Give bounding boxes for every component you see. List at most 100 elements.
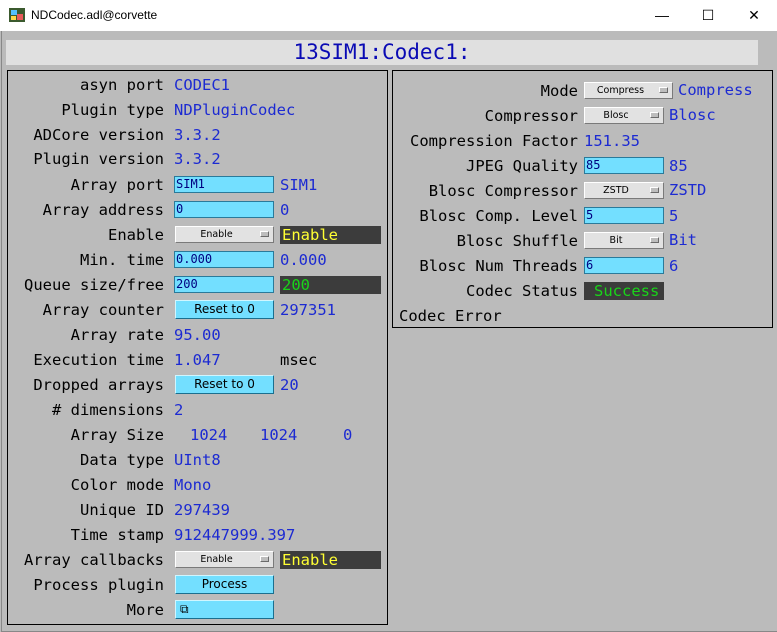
maximize-icon: ☐ [701,7,715,23]
array-callbacks-menu-value: Enable [200,554,233,565]
mode-menu[interactable]: Compress [584,82,673,99]
mode-label: Mode [540,82,578,100]
blosc-level-value: 5 [669,207,679,225]
minimize-icon: — [655,7,669,23]
execution-time-value: 1.047 [174,351,221,369]
dropped-arrays-value: 20 [280,376,299,394]
compressor-value: Blosc [669,106,716,124]
window-title: NDCodec.adl@corvette [31,8,158,22]
right-panel: Mode Compress Compress Compressor Blosc … [392,70,773,328]
array-address-input[interactable]: 0 [174,201,274,218]
execution-time-label: Execution time [33,351,164,369]
time-stamp-value: 912447999.397 [174,526,296,544]
array-port-input[interactable]: SIM1 [174,176,274,193]
array-size-x: 1024 [190,426,228,444]
app-icon [9,8,25,22]
queue-free-status: 200 [280,276,381,294]
array-size-label: Array Size [70,426,164,444]
plugin-version-label: Plugin version [33,150,164,168]
blosc-level-label: Blosc Comp. Level [419,207,578,225]
array-port-label: Array port [70,176,164,194]
blosc-threads-value: 6 [669,257,679,275]
array-port-value: SIM1 [280,176,318,194]
color-mode-value: Mono [174,476,212,494]
array-counter-value: 297351 [280,301,336,319]
menu-arrow-icon [260,556,269,562]
menu-arrow-icon [650,187,659,193]
related-display-icon: ⧉ [180,602,189,616]
jpeg-quality-input[interactable]: 85 [584,157,664,174]
asyn-port-value: CODEC1 [174,76,230,94]
menu-arrow-icon [659,87,668,93]
codec-status-value: Success [584,282,664,300]
dimensions-label: # dimensions [52,401,164,419]
asyn-port-label: asyn port [80,76,164,94]
jpeg-quality-label: JPEG Quality [466,157,578,175]
array-counter-reset-button[interactable]: Reset to 0 [175,300,274,319]
array-callbacks-status: Enable [280,551,381,569]
min-time-label: Min. time [80,251,164,269]
menu-arrow-icon [650,237,659,243]
blosc-threads-input[interactable]: 6 [584,257,664,274]
main-content: 13SIM1:Codec1: asyn port CODEC1 Plugin t… [1,31,777,632]
blosc-shuffle-value: Bit [669,231,697,249]
maximize-button[interactable]: ☐ [685,0,731,31]
compression-factor-value: 151.35 [584,132,640,150]
enable-menu[interactable]: Enable [175,226,274,243]
array-address-label: Array address [42,201,164,219]
compressor-menu[interactable]: Blosc [584,107,664,124]
array-callbacks-menu[interactable]: Enable [175,551,274,568]
blosc-threads-label: Blosc Num Threads [419,257,578,275]
blosc-shuffle-menu[interactable]: Bit [584,232,664,249]
blosc-shuffle-menu-value: Bit [609,235,623,246]
adcore-version-value: 3.3.2 [174,126,221,144]
process-plugin-button[interactable]: Process [175,575,274,594]
codec-error-label: Codec Error [399,307,502,325]
mode-value: Compress [678,81,753,99]
array-counter-label: Array counter [42,301,164,319]
process-plugin-label: Process plugin [33,576,164,594]
blosc-shuffle-label: Blosc Shuffle [456,232,578,250]
codec-status-label: Codec Status [466,282,578,300]
min-time-value: 0.000 [280,251,327,269]
title-bar[interactable]: NDCodec.adl@corvette — ☐ ✕ [0,0,777,31]
plugin-version-value: 3.3.2 [174,150,221,168]
minimize-button[interactable]: — [639,0,685,31]
queue-size-label: Queue size/free [24,276,164,294]
blosc-compressor-menu-value: ZSTD [603,185,629,196]
dimensions-value: 2 [174,401,184,419]
data-type-value: UInt8 [174,451,221,469]
compression-factor-label: Compression Factor [410,132,578,150]
array-rate-value: 95.00 [174,326,221,344]
min-time-input[interactable]: 0.000 [174,251,274,268]
dropped-arrays-reset-button[interactable]: Reset to 0 [175,375,274,394]
jpeg-quality-value: 85 [669,157,688,175]
enable-menu-value: Enable [200,229,233,240]
queue-size-input[interactable]: 200 [174,276,274,293]
close-icon: ✕ [748,7,760,23]
plugin-type-value: NDPluginCodec [174,101,296,119]
enable-label: Enable [108,226,164,244]
blosc-level-input[interactable]: 5 [584,207,664,224]
array-size-y: 1024 [260,426,298,444]
data-type-label: Data type [80,451,164,469]
close-button[interactable]: ✕ [731,0,777,31]
unique-id-value: 297439 [174,501,230,519]
blosc-compressor-value: ZSTD [669,181,707,199]
mode-menu-value: Compress [596,85,645,96]
dropped-arrays-label: Dropped arrays [33,376,164,394]
array-size-z: 0 [343,426,353,444]
compressor-label: Compressor [484,107,578,125]
compressor-menu-value: Blosc [603,110,629,121]
blosc-compressor-menu[interactable]: ZSTD [584,182,664,199]
enable-status: Enable [280,226,381,244]
menu-arrow-icon [650,112,659,118]
unique-id-label: Unique ID [80,501,164,519]
time-stamp-label: Time stamp [70,526,164,544]
left-panel: asyn port CODEC1 Plugin type NDPluginCod… [7,70,388,625]
more-related-display-button[interactable]: ⧉ [175,600,274,619]
execution-time-unit: msec [280,351,318,369]
more-label: More [126,601,164,619]
array-rate-label: Array rate [70,326,164,344]
page-title: 13SIM1:Codec1: [6,40,758,65]
